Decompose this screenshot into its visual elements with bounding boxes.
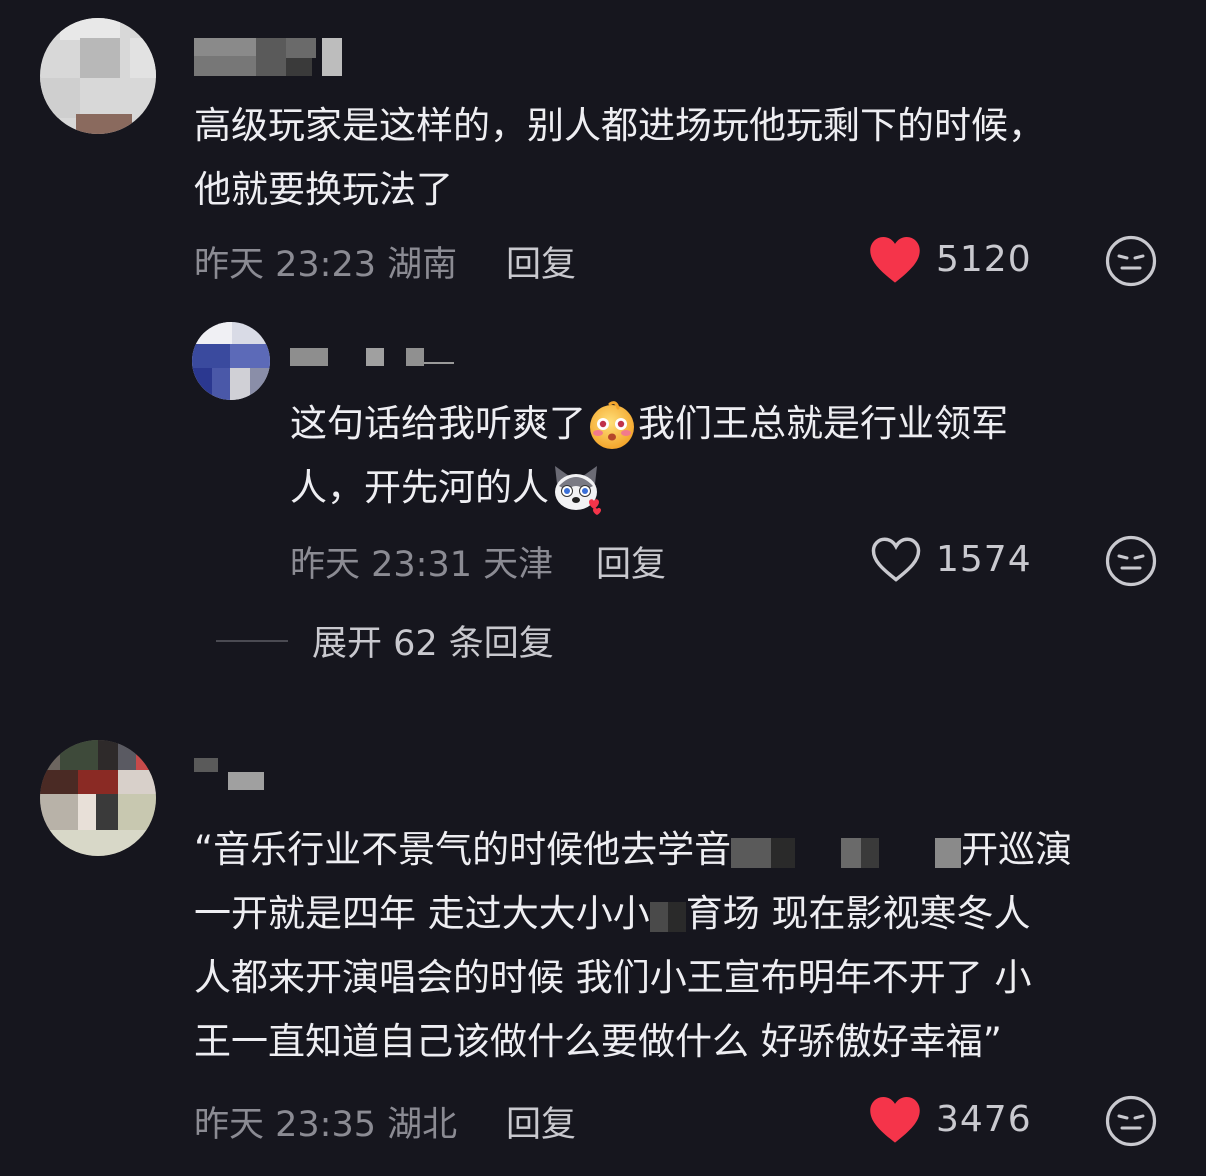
like-button[interactable]: 5120 [868, 234, 1032, 284]
like-button[interactable]: 1574 [870, 534, 1032, 584]
expand-replies-button[interactable]: 展开 62 条回复 [216, 615, 554, 666]
reply-button[interactable]: 回复 [506, 236, 576, 287]
comment-text-segment: 一开就是四年 走过大大小小 [194, 892, 650, 935]
like-count: 1574 [936, 538, 1032, 580]
comment-text-segment: 这句话给我听爽了 [290, 402, 586, 445]
comment-text-segment: 人，开先河的人 [290, 466, 549, 509]
reply-button[interactable]: 回复 [506, 1096, 576, 1147]
emoji-husky-dog [555, 465, 601, 515]
like-count: 3476 [936, 1098, 1032, 1140]
username[interactable] [290, 346, 460, 386]
like-count: 5120 [936, 238, 1032, 280]
comment-text-line: 他就要换玩法了 [194, 168, 453, 211]
username[interactable] [194, 38, 354, 78]
comment-text-line: “音乐行业不景气的时候他去学音 开巡演 [194, 818, 1072, 882]
comment-text-line: 王一直知道自己该做什么要做什么 好骄傲好幸福” [194, 1020, 1002, 1063]
heart-filled-icon [870, 236, 920, 283]
comment-text-line: 这句话给我听爽了 我们王总就是行业领军 [290, 392, 1008, 456]
comment-text-segment: 我们王总就是行业领军 [638, 402, 1008, 445]
neutral-face-icon[interactable] [1104, 234, 1158, 288]
comment-text-segment: “音乐行业不景气的时候他去学音 [194, 828, 732, 871]
neutral-face-icon[interactable] [1104, 1094, 1158, 1148]
neutral-face-icon[interactable] [1104, 534, 1158, 588]
heart-filled-icon [870, 1096, 920, 1143]
username[interactable] [194, 758, 274, 798]
comment-text-line: 人都来开演唱会的时候 我们小王宣布明年不开了 小 [194, 956, 1032, 999]
comment-text: 高级玩家是这样的，别人都进场玩他玩剩下的时候， 他就要换玩法了 [194, 94, 1045, 222]
avatar[interactable] [40, 18, 156, 134]
expand-replies-label: 展开 62 条回复 [312, 624, 554, 664]
comment-text-line: 一开就是四年 走过大大小小 育场 现在影视寒冬人 [194, 882, 1072, 946]
pixelated-censor [649, 896, 686, 936]
comment-meta: 昨天 23:35 湖北 [194, 1105, 458, 1145]
pixelated-censor [731, 832, 962, 872]
comment-meta: 昨天 23:23 湖南 [194, 245, 458, 285]
comment-text: “音乐行业不景气的时候他去学音 开巡演 一开就是四年 走过大大小小 育场 现在影… [194, 818, 1072, 1074]
avatar[interactable] [40, 740, 156, 856]
heart-outline-icon [871, 537, 921, 582]
comment-text-line: 人，开先河的人 [290, 456, 1008, 520]
comment-text-line: 高级玩家是这样的，别人都进场玩他玩剩下的时候， [194, 104, 1045, 147]
comment-text-segment: 开巡演 [961, 828, 1073, 871]
comment-text-segment: 育场 现在影视寒冬人 [685, 892, 1031, 935]
reply-button[interactable]: 回复 [596, 536, 666, 587]
comment-meta: 昨天 23:31 天津 [290, 545, 554, 585]
comment-text: 这句话给我听爽了 我们王总就是行业领军 人，开先河的人 [290, 392, 1008, 520]
like-button[interactable]: 3476 [868, 1094, 1032, 1144]
avatar[interactable] [192, 322, 270, 400]
emoji-blush-face [590, 400, 634, 449]
divider [216, 639, 288, 642]
